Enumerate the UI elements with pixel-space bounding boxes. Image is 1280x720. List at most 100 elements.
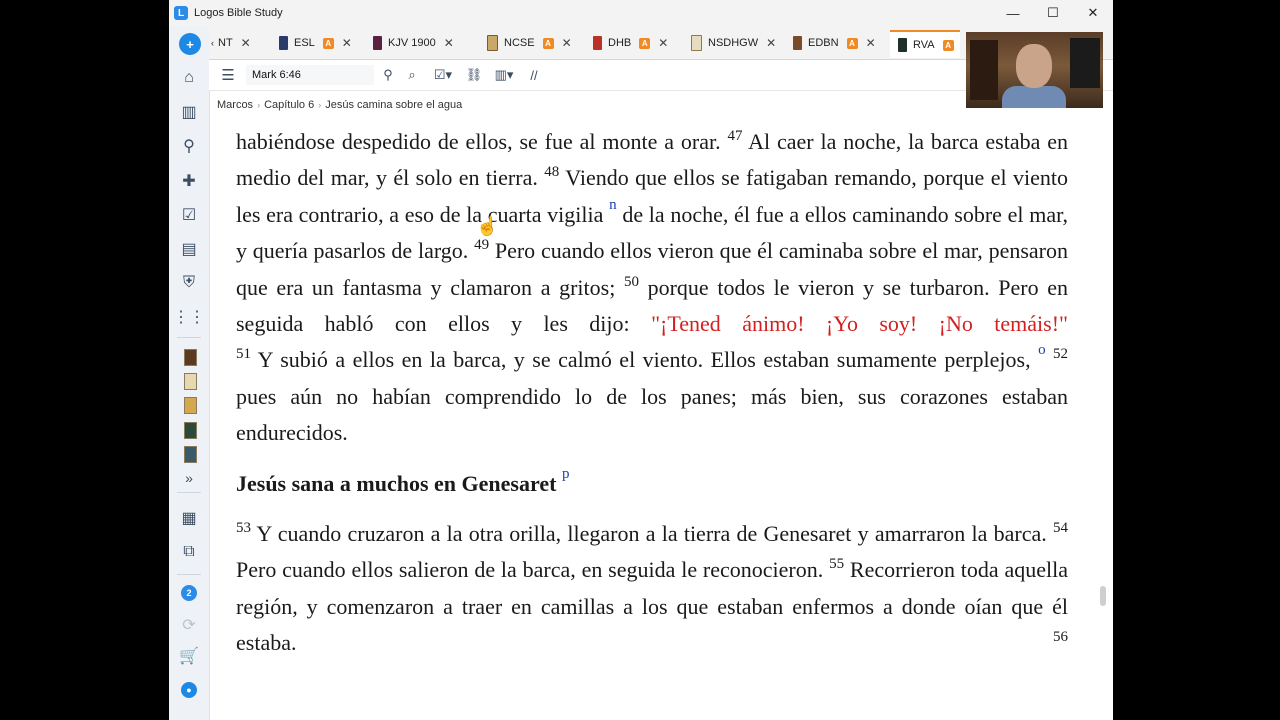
tab-close-icon[interactable]: ✕ — [658, 36, 668, 50]
rail-divider — [177, 492, 201, 493]
scrollbar-thumb[interactable] — [1100, 586, 1106, 606]
verse-number[interactable]: 47 — [727, 128, 742, 144]
tab-nsdhgw[interactable]: NSDHGW ✕ — [691, 30, 776, 56]
verse-number[interactable]: 54 — [1053, 520, 1068, 536]
tab-rva[interactable]: RVA A — [890, 30, 960, 58]
interlinear-icon[interactable]: // — [525, 65, 543, 85]
home-icon[interactable]: ⌂ — [177, 66, 201, 90]
breadcrumb-section[interactable]: Jesús camina sobre el agua — [325, 99, 462, 111]
a-badge-icon: A — [322, 37, 334, 49]
book-cover-icon — [279, 36, 288, 50]
cart-icon[interactable]: 🛒 — [177, 644, 201, 668]
reference-input[interactable] — [246, 65, 374, 85]
tab-dhb[interactable]: DHB A ✕ — [593, 30, 668, 56]
notifications-badge[interactable]: 2 — [181, 585, 197, 601]
a-badge-icon: A — [639, 37, 651, 49]
layouts-icon[interactable]: ▦ — [177, 506, 201, 530]
words-of-jesus: "¡Tened ánimo! ¡Yo soy! ¡No temáis!" — [651, 311, 1068, 337]
footnote-marker[interactable]: n — [609, 197, 617, 213]
tab-label: NSDHGW — [708, 37, 759, 49]
tab-close-icon[interactable]: ✕ — [342, 36, 352, 50]
book-cover-icon — [898, 38, 907, 52]
breadcrumb-book[interactable]: Marcos — [217, 99, 253, 111]
recent-book-thumb[interactable] — [184, 422, 197, 439]
verse-number[interactable]: 55 — [829, 556, 844, 572]
book-cover-icon — [373, 36, 382, 50]
verse-number[interactable]: 48 — [544, 164, 559, 180]
footnote-marker[interactable]: o — [1038, 342, 1046, 358]
tab-label: RVA — [913, 39, 935, 51]
hand-cursor-icon: ☝ — [476, 216, 499, 236]
tab-kjv1900[interactable]: KJV 1900 ✕ — [373, 30, 454, 56]
panel-menu-icon[interactable]: ☰ — [219, 65, 237, 85]
chevron-right-icon: › — [257, 100, 261, 110]
chevron-right-icon: › — [318, 100, 322, 110]
text-search-icon[interactable]: ⌕ — [403, 65, 421, 85]
bible-text: habiéndose despedido de ellos, se fue al… — [236, 124, 1068, 720]
verse-number[interactable]: 51 — [236, 346, 251, 362]
search-icon[interactable]: ⚲ — [379, 65, 397, 85]
book-cover-icon — [593, 36, 602, 50]
verse-text: Pero cuando ellos salieron de la barca, … — [236, 557, 824, 583]
rail-divider — [177, 337, 201, 338]
minimize-button[interactable]: — — [993, 0, 1033, 26]
verse-number[interactable]: 50 — [624, 274, 639, 290]
recent-book-thumb[interactable] — [184, 397, 197, 414]
verse-number[interactable]: 53 — [236, 520, 251, 536]
verse-text: habiéndose despedido de ellos, se fue al… — [236, 129, 721, 154]
maximize-button[interactable]: ☐ — [1033, 0, 1073, 26]
link-set-icon[interactable]: ⛓ — [465, 65, 483, 85]
tab-close-icon[interactable]: ✕ — [241, 36, 251, 50]
breadcrumb-chapter[interactable]: Capítulo 6 — [264, 99, 314, 111]
verse-text: Y cuando cruzaron a la otra orilla, lleg… — [256, 521, 1047, 547]
recent-book-thumb[interactable] — [184, 373, 197, 390]
a-badge-icon: A — [942, 39, 954, 51]
tab-label: KJV 1900 — [388, 37, 436, 49]
verse-number[interactable]: 52 — [1053, 346, 1068, 362]
account-icon[interactable]: ● — [181, 682, 197, 698]
tab-close-icon[interactable]: ✕ — [866, 36, 876, 50]
paragraph: 53 Y cuando cruzaron a la otra orilla, l… — [236, 516, 1068, 662]
verse-number[interactable]: 56 — [1053, 629, 1068, 645]
close-window-button[interactable]: ✕ — [1073, 0, 1113, 26]
library-icon[interactable]: ▥ — [177, 100, 201, 124]
title-bar: L Logos Bible Study — ☐ ✕ — [169, 0, 1113, 26]
window-controls: — ☐ ✕ — [993, 0, 1113, 26]
tab-close-icon[interactable]: ✕ — [562, 36, 572, 50]
recent-book-thumb[interactable] — [184, 349, 197, 366]
more-icon[interactable]: » — [177, 466, 201, 490]
vertical-scrollbar[interactable] — [1097, 124, 1111, 720]
search-icon[interactable]: ⚲ — [177, 134, 201, 158]
recent-book-thumb[interactable] — [184, 446, 197, 463]
shield-icon[interactable]: ⛨ — [177, 271, 201, 295]
document-icon[interactable]: ▤ — [177, 237, 201, 261]
tab-close-icon[interactable]: ✕ — [766, 36, 776, 50]
sync-icon[interactable]: ⟳ — [177, 613, 201, 637]
section-heading-text: Jesús sana a muchos en Genesaret — [236, 470, 557, 496]
visual-filters-icon[interactable]: ☑▾ — [429, 65, 457, 85]
tab-nt[interactable]: ‹ NT ✕ — [211, 30, 251, 56]
a-badge-icon: A — [542, 37, 554, 49]
presenter-shirt — [1002, 86, 1066, 108]
a-badge-icon: A — [846, 37, 858, 49]
footnote-marker[interactable]: p — [562, 466, 570, 482]
bible-icon[interactable]: ✚ — [177, 169, 201, 193]
tab-close-icon[interactable]: ✕ — [444, 36, 454, 50]
apps-grid-icon[interactable]: ⋮⋮ — [173, 305, 205, 329]
tab-ncse[interactable]: NCSE A ✕ — [487, 30, 572, 56]
tab-esl[interactable]: ESL A ✕ — [279, 30, 352, 56]
rail-divider — [177, 574, 201, 575]
verse-text: pues aún no habían comprendido lo de los… — [236, 383, 1068, 446]
presenter-head — [1016, 44, 1052, 88]
tab-label: NCSE — [504, 37, 535, 49]
paragraph: 51 Y subió a ellos en la barca, y se cal… — [236, 342, 1068, 451]
scroll-left-icon[interactable]: ‹ — [211, 38, 214, 48]
parallel-resources-icon[interactable]: ▥▾ — [489, 65, 519, 85]
tab-edbn[interactable]: EDBN A ✕ — [793, 30, 876, 56]
webcam-overlay — [966, 32, 1103, 108]
add-panel-icon[interactable]: + — [179, 33, 201, 55]
verse-number[interactable]: 49 — [474, 237, 489, 253]
window-title: Logos Bible Study — [194, 7, 283, 19]
checklist-icon[interactable]: ☑ — [177, 203, 201, 227]
close-panels-icon[interactable]: ⧉ — [177, 540, 201, 564]
